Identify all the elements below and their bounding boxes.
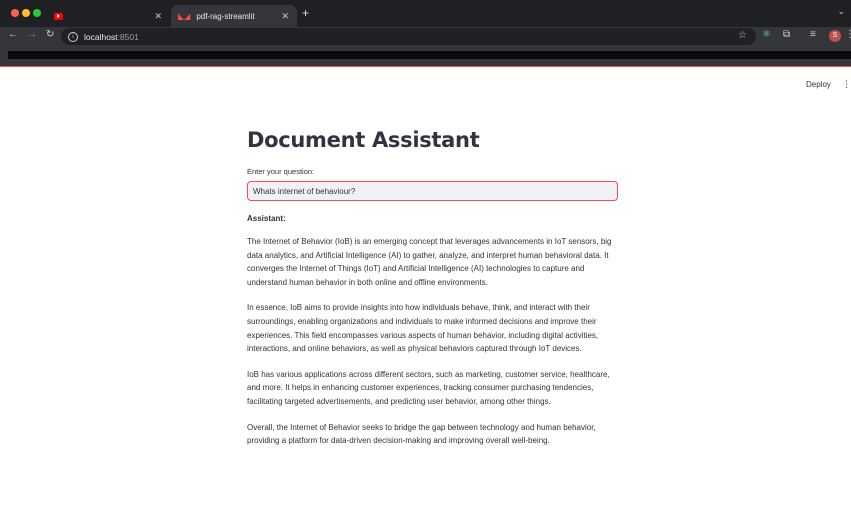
answer-paragraph-3: IoB has various applications across diff…	[247, 369, 610, 406]
bookmarks-bar	[0, 46, 851, 67]
answer-paragraph-4: Overall, the Internet of Behavior seeks …	[247, 422, 596, 446]
maximize-window-button[interactable]	[33, 9, 41, 17]
answer-paragraph-2: In essence, IoB aims to provide insights…	[247, 303, 599, 354]
bookmarks-redaction	[8, 51, 851, 59]
bookmark-star-icon[interactable]: ☆	[738, 30, 747, 41]
main-content: Document Assistant Enter your question: …	[247, 128, 619, 448]
react-devtools-icon[interactable]: ⚛	[762, 29, 771, 40]
url-port: :8501	[117, 31, 139, 42]
new-tab-button[interactable]: +	[302, 6, 309, 20]
url-text: localhost:8501	[84, 32, 139, 42]
profile-avatar[interactable]: S	[829, 30, 841, 42]
page-title: Document Assistant	[247, 128, 480, 152]
minimize-window-button[interactable]	[22, 9, 30, 17]
streamlit-decoration-line	[0, 66, 851, 67]
close-tab-icon[interactable]: ✕	[154, 11, 162, 22]
site-info-icon[interactable]: i	[68, 31, 78, 42]
question-label: Enter your question:	[247, 167, 315, 176]
browser-menu-icon[interactable]: ⋮	[845, 29, 851, 40]
youtube-icon	[54, 12, 63, 20]
tab-title: pdf-rag-streamlit	[196, 11, 255, 21]
assistant-label: Assistant:	[247, 214, 286, 223]
deploy-button[interactable]: Deploy	[806, 80, 831, 89]
tab-youtube[interactable]: ✕	[48, 5, 170, 27]
tab-pdf-rag-streamlit[interactable]: ◣◢ pdf-rag-streamlit ✕	[171, 5, 297, 27]
address-bar[interactable]: i localhost:8501 ☆	[61, 28, 756, 45]
main-menu-icon[interactable]: ⋮	[842, 79, 851, 90]
reload-icon[interactable]: ↻	[46, 29, 54, 40]
tab-search-icon[interactable]: ⌄	[837, 6, 845, 17]
close-window-button[interactable]	[11, 9, 19, 17]
question-input[interactable]	[248, 186, 617, 196]
url-host: localhost	[84, 31, 118, 42]
answer-paragraph-1: The Internet of Behavior (IoB) is an eme…	[247, 237, 612, 287]
browser-toolbar: ← → ↻ i localhost:8501 ☆ ⚛ ⧉ ≡ S ⋮	[0, 27, 851, 46]
extensions-puzzle-icon[interactable]: ⧉	[783, 29, 790, 40]
streamlit-icon: ◣◢	[178, 11, 191, 21]
forward-arrow-icon[interactable]: →	[27, 29, 37, 40]
close-tab-icon[interactable]: ✕	[281, 11, 289, 22]
question-input-wrapper	[247, 181, 618, 201]
back-arrow-icon[interactable]: ←	[8, 29, 18, 40]
media-control-icon[interactable]: ≡	[810, 29, 816, 40]
browser-tab-bar: ✕ ◣◢ pdf-rag-streamlit ✕ + ⌄	[0, 0, 851, 27]
